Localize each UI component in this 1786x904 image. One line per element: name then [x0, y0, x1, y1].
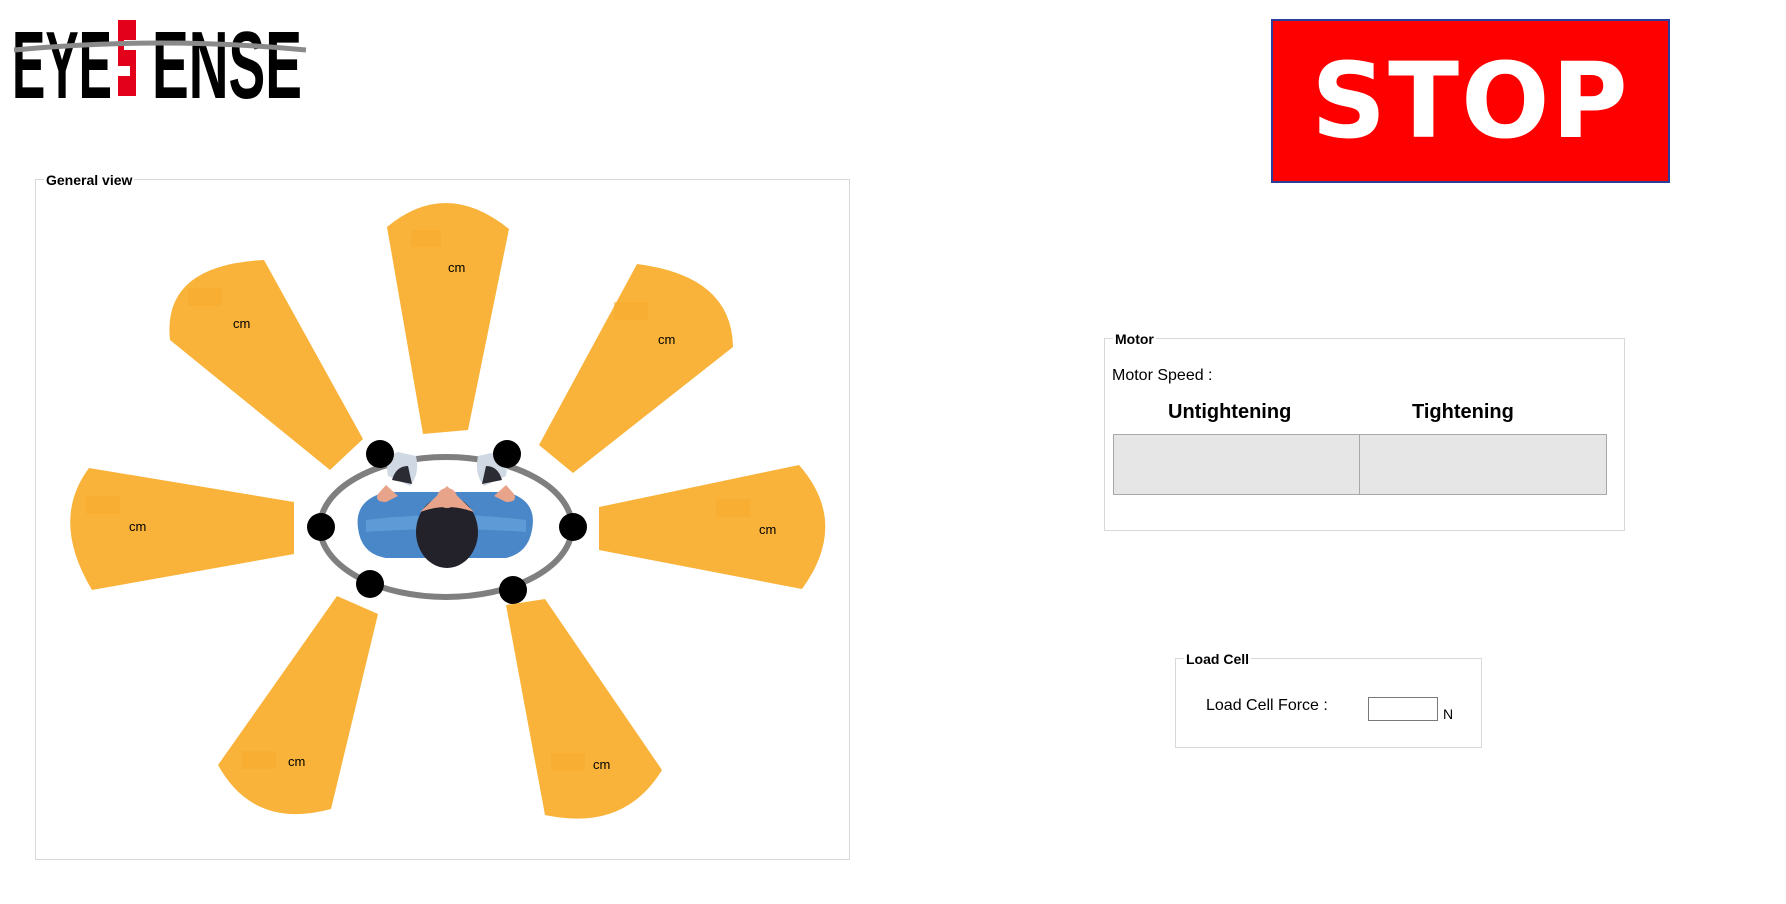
sensor-right-unit: cm [759, 522, 777, 537]
untightening-speed-cell [1113, 434, 1360, 495]
sensor-bottom-right-unit: cm [593, 757, 611, 772]
load-cell-group: Load Cell Load Cell Force : N [1175, 650, 1482, 748]
sensor-dot [559, 513, 587, 541]
sensor-top-left-unit: cm [233, 316, 251, 331]
motor-title: Motor [1113, 330, 1156, 348]
sensor-top-unit: cm [448, 260, 466, 275]
motor-speed-label: Motor Speed : [1112, 367, 1213, 384]
sensor-left-unit: cm [129, 519, 147, 534]
load-cell-unit: N [1443, 706, 1454, 722]
sensor-dot [356, 570, 384, 598]
sensor-bottom-left-unit: cm [288, 754, 306, 769]
sensor-right-fan [599, 465, 826, 589]
sensor-dot [499, 576, 527, 604]
load-cell-title: Load Cell [1184, 650, 1252, 668]
logo-text-right: ENSE [152, 12, 302, 102]
general-view-group: General view cm cm cm cm cm cm cm [35, 171, 850, 860]
logo-text-left: EYE [12, 12, 112, 102]
sensor-top-right-unit: cm [658, 332, 676, 347]
sensor-left-fan [70, 468, 294, 590]
eyesense-logo: EYE ENSE [12, 12, 307, 102]
sensor-top-fan [387, 202, 509, 434]
sensor-top-right-fan [539, 264, 733, 473]
load-cell-force-input[interactable] [1368, 697, 1438, 721]
sensor-dot [307, 513, 335, 541]
stop-button-label: STOP [1311, 40, 1630, 162]
sensor-dot [366, 440, 394, 468]
load-cell-force-label: Load Cell Force : [1206, 697, 1328, 714]
sensor-bottom-left-fan [218, 596, 378, 815]
sensor-bottom-right-fan [506, 599, 662, 819]
untightening-header: Untightening [1168, 401, 1292, 423]
tightening-header: Tightening [1412, 401, 1514, 423]
stop-button[interactable]: STOP [1271, 19, 1670, 183]
person-top-view-icon [357, 452, 533, 568]
logo-s-mark [118, 20, 136, 96]
motor-group: Motor Motor Speed : Untightening Tighten… [1104, 330, 1625, 531]
sensor-dot [493, 440, 521, 468]
tightening-speed-cell [1359, 434, 1607, 495]
general-view-diagram [70, 202, 826, 819]
